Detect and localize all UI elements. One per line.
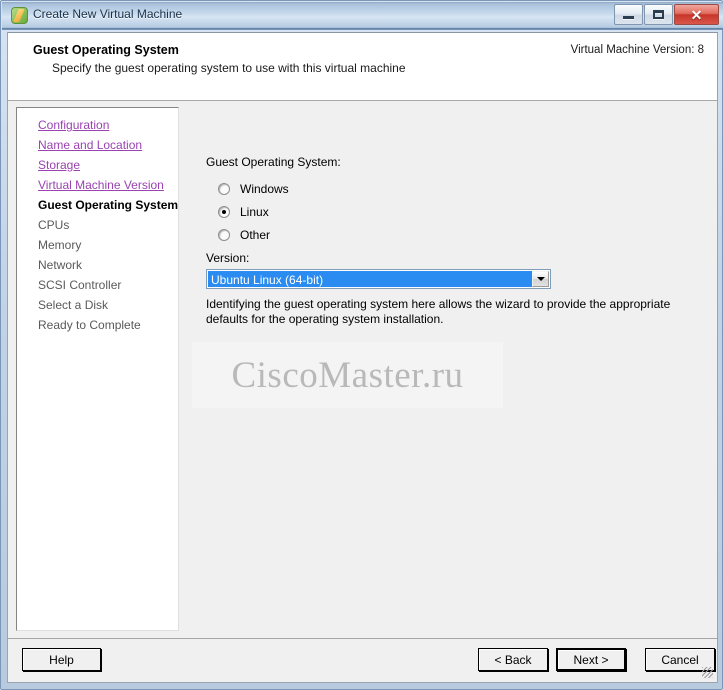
title-bar[interactable]: Create New Virtual Machine ✕ [2,2,723,29]
sidebar-item-guest-operating-system[interactable]: Guest Operating System [17,195,178,215]
sidebar-item-name-and-location[interactable]: Name and Location [17,135,178,155]
dialog-client-area: Guest Operating System Specify the guest… [7,32,718,683]
minimize-button[interactable] [614,4,643,25]
sidebar-item-cpus: CPUs [38,218,70,232]
radio-other-label: Other [240,228,271,242]
help-button[interactable]: Help [22,648,101,671]
wizard-footer: Help < Back Next > Cancel [8,638,717,682]
sidebar-item-storage[interactable]: Storage [17,155,178,175]
sidebar-item-virtual-machine-version[interactable]: Virtual Machine Version [17,175,178,195]
radio-option-other[interactable]: Other [218,228,270,242]
watermark: CiscoMaster.ru [192,342,503,408]
wizard-steps-panel: Configuration Name and Location Storage … [16,107,179,631]
sidebar-item-memory: Memory [38,238,82,252]
sidebar-item-network: Network [38,258,83,272]
back-button[interactable]: < Back [478,648,548,671]
radio-other-icon [218,229,230,241]
resize-grip[interactable] [702,667,713,678]
sidebar-item-configuration[interactable]: Configuration [17,115,178,135]
version-selected-value: Ubuntu Linux (64-bit) [208,271,532,287]
version-dropdown-button[interactable] [532,271,549,287]
maximize-icon [653,10,664,19]
version-label: Version: [206,251,250,265]
maximize-button[interactable] [644,4,673,25]
window-title: Create New Virtual Machine [33,7,183,21]
sidebar-item-scsi-controller: SCSI Controller [38,278,122,292]
titlebar-divider [2,28,723,30]
dialog-window: Create New Virtual Machine ✕ Guest Opera… [0,0,723,690]
page-subtitle: Specify the guest operating system to us… [52,61,406,75]
vm-version-note: Virtual Machine Version: 8 [570,44,704,56]
sidebar-item-select-a-disk: Select a Disk [38,298,109,312]
guest-os-group-label: Guest Operating System: [206,155,341,169]
wizard-header: Guest Operating System Specify the guest… [8,33,717,101]
main-content-pane: Guest Operating System: Windows Linux Ot… [180,101,717,638]
minimize-icon [623,16,634,19]
radio-option-linux[interactable]: Linux [218,205,269,219]
version-dropdown[interactable]: Ubuntu Linux (64-bit) [206,269,551,289]
vsphere-vm-icon [11,7,28,24]
page-title: Guest Operating System [33,43,179,57]
close-icon: ✕ [690,6,703,23]
radio-linux-label: Linux [240,205,269,219]
radio-windows-icon [218,183,230,195]
watermark-text: CiscoMaster.ru [231,354,464,396]
radio-windows-label: Windows [240,182,289,196]
close-button[interactable]: ✕ [674,4,719,25]
radio-option-windows[interactable]: Windows [218,182,289,196]
window-controls: ✕ [614,4,719,25]
next-button[interactable]: Next > [556,648,626,671]
radio-linux-icon [218,206,230,218]
sidebar-item-ready-to-complete: Ready to Complete [38,318,141,332]
wizard-body: Configuration Name and Location Storage … [8,101,717,638]
chevron-down-icon [536,277,545,281]
guest-os-description: Identifying the guest operating system h… [206,297,671,326]
